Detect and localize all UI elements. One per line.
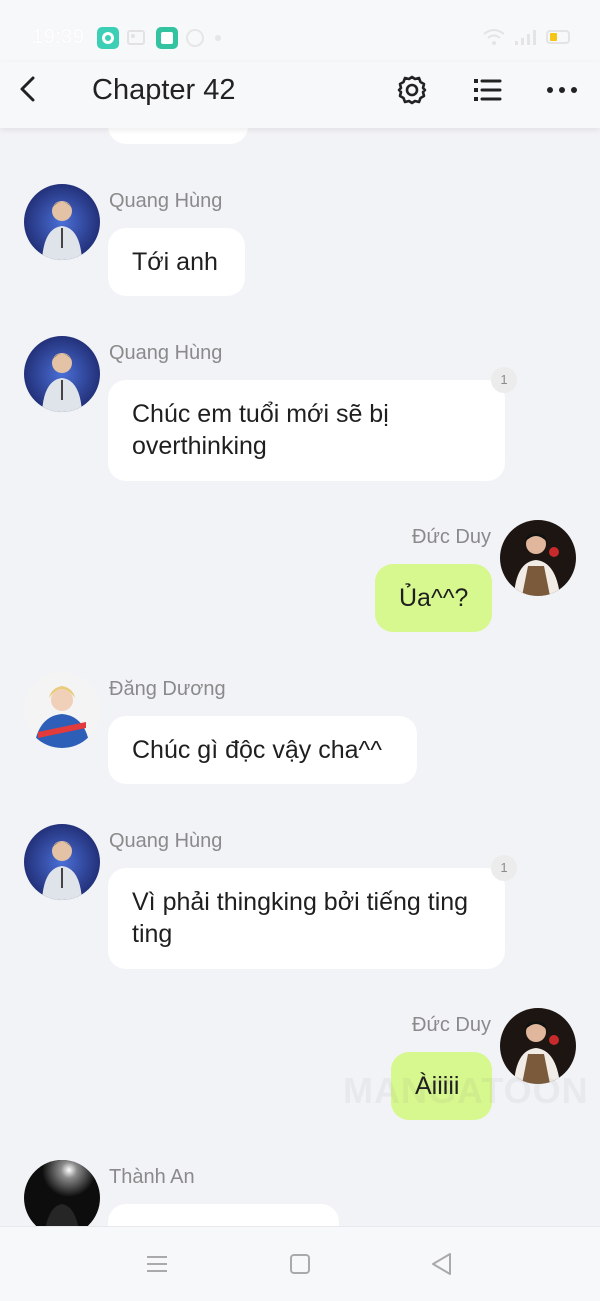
sender-name: Đăng Dương xyxy=(109,678,226,700)
top-app-bar: Chapter 42 xyxy=(0,62,600,128)
more-options-button[interactable] xyxy=(542,70,582,110)
wifi-icon xyxy=(482,28,506,51)
duc-duy-avatar[interactable] xyxy=(500,520,576,596)
back-button[interactable] xyxy=(14,72,44,108)
back-arrow-icon xyxy=(14,76,44,112)
message-bubble-self[interactable]: Ủa^^? xyxy=(375,564,492,632)
messenger-icon xyxy=(184,27,206,49)
image-icon xyxy=(126,27,148,49)
recent-apps-button[interactable] xyxy=(142,1249,172,1279)
message-bubble[interactable]: Chúc em tuổi mới sẽ bị overthinking xyxy=(108,380,505,481)
system-nav-bar xyxy=(0,1226,600,1301)
read-count-badge: 1 xyxy=(491,367,517,393)
sender-name: Thành An xyxy=(109,1166,195,1188)
message-bubble[interactable]: Tới anh xyxy=(108,228,245,296)
system-back-button[interactable] xyxy=(427,1249,457,1279)
quang-hung-avatar[interactable] xyxy=(24,824,100,900)
sender-name: Quang Hùng xyxy=(109,830,223,852)
signal-icon xyxy=(514,28,538,51)
dot-icon xyxy=(210,27,232,49)
more-icon xyxy=(542,87,582,114)
dang-duong-avatar[interactable] xyxy=(24,672,100,748)
thanh-an-avatar[interactable] xyxy=(24,1160,100,1226)
home-button[interactable] xyxy=(285,1249,315,1279)
chat-app-icon xyxy=(97,27,119,49)
menu-icon xyxy=(142,1256,172,1283)
settings-button[interactable] xyxy=(392,70,432,110)
notes-app-icon xyxy=(156,27,178,49)
message-bubble[interactable]: Chúc gì độc vậy cha^^ xyxy=(108,716,417,784)
sender-name: Đức Duy xyxy=(412,1014,491,1036)
quang-hung-avatar[interactable] xyxy=(24,336,100,412)
sender-name: Quang Hùng xyxy=(109,342,223,364)
battery-icon xyxy=(546,28,572,51)
chapter-title: Chapter 42 xyxy=(92,74,236,106)
read-count-badge: 1 xyxy=(491,855,517,881)
message-bubble[interactable] xyxy=(108,1204,339,1226)
chat-thread[interactable]: Quang Hùng Tới anh Quang Hùng Chúc em tu… xyxy=(0,128,600,1226)
status-time: 19:39 xyxy=(32,26,85,48)
back-triangle-icon xyxy=(427,1253,457,1283)
message-bubble[interactable]: Vì phải thingking bởi tiếng ting ting xyxy=(108,868,505,969)
sender-name: Đức Duy xyxy=(412,526,491,548)
status-bar: 19:39 xyxy=(0,0,600,62)
watermark: MANGATOON xyxy=(343,1070,589,1111)
previous-message-bubble xyxy=(108,128,248,144)
settings-gear-icon xyxy=(392,75,432,114)
quang-hung-avatar[interactable] xyxy=(24,184,100,260)
chapter-list-button[interactable] xyxy=(467,70,507,110)
chapter-list-icon xyxy=(467,79,507,114)
home-square-icon xyxy=(285,1254,315,1283)
sender-name: Quang Hùng xyxy=(109,190,223,212)
